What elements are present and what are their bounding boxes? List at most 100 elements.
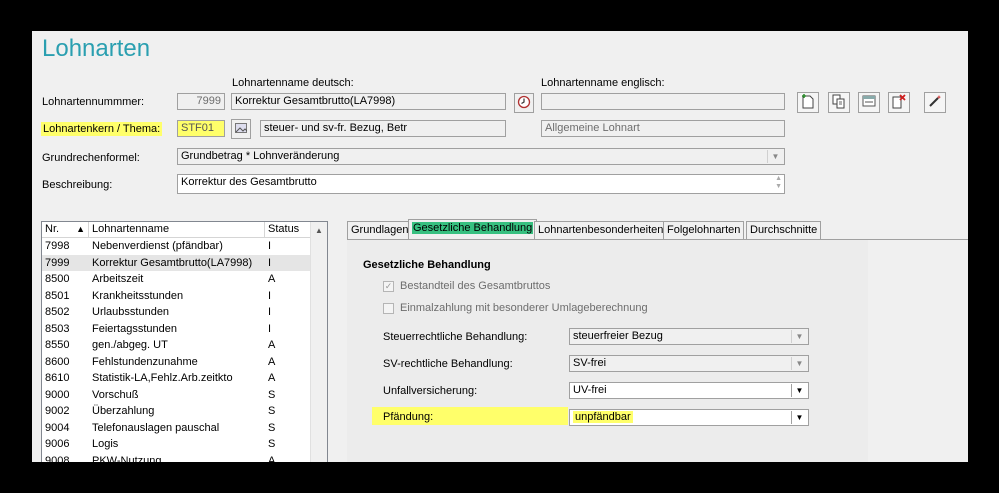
cell-name: Krankheitsstunden bbox=[92, 289, 184, 302]
chevron-down-icon[interactable]: ▼ bbox=[791, 384, 807, 397]
table-row[interactable]: 8610 Statistik-LA,Fehlz.Arb.zeitkto A bbox=[42, 370, 312, 386]
table-row[interactable]: 8501 Krankheitsstunden I bbox=[42, 288, 312, 304]
cell-nr: 8600 bbox=[45, 355, 70, 368]
history-button[interactable] bbox=[514, 93, 534, 113]
column-header-nr[interactable]: Nr. ▲ bbox=[42, 222, 89, 238]
scroll-up-icon[interactable]: ▲ bbox=[315, 226, 323, 235]
wizard-button[interactable] bbox=[924, 92, 946, 113]
kern-description-en-field[interactable]: Allgemeine Lohnart bbox=[541, 120, 785, 137]
chevron-down-icon[interactable]: ▼ bbox=[791, 357, 807, 370]
tab-label: Folgelohnarten bbox=[667, 224, 741, 236]
steuer-value: steuerfreier Bezug bbox=[573, 330, 663, 342]
table-row[interactable]: 9002 Überzahlung S bbox=[42, 403, 312, 419]
beschreibung-value: Korrektur des Gesamtbrutto bbox=[181, 176, 317, 188]
pfaendung-select[interactable]: unpfändbar ▼ bbox=[569, 409, 809, 426]
cell-name: Feiertagsstunden bbox=[92, 322, 177, 335]
table-row[interactable]: 8600 Fehlstundenzunahme A bbox=[42, 354, 312, 370]
cell-nr: 7999 bbox=[45, 256, 70, 269]
cell-nr: 8503 bbox=[45, 322, 70, 335]
window-button[interactable] bbox=[858, 92, 880, 113]
table-row[interactable]: 7998 Nebenverdienst (pfändbar) I bbox=[42, 238, 312, 254]
kern-picker-button[interactable] bbox=[231, 119, 251, 139]
formel-select[interactable]: Grundbetrag * Lohnveränderung ▼ bbox=[177, 148, 785, 165]
steuer-label: Steuerrechtliche Behandlung: bbox=[383, 331, 528, 343]
tab-lohnartenbesonderheiten[interactable]: Lohnartenbesonderheiten bbox=[534, 221, 668, 239]
column-header-name[interactable]: Lohnartenname bbox=[89, 222, 265, 238]
pfaendung-label: Pfändung: bbox=[383, 411, 434, 423]
tab-grundlagen[interactable]: Grundlagen bbox=[347, 221, 413, 239]
beschreibung-field[interactable]: Korrektur des Gesamtbrutto ▲ ▼ bbox=[177, 174, 785, 194]
check-bestandteil[interactable]: ✓ Bestandteil des Gesamtbruttos bbox=[383, 280, 550, 292]
cell-status: A bbox=[268, 454, 276, 463]
table-row[interactable]: 9004 Telefonauslagen pauschal S bbox=[42, 420, 312, 436]
cell-nr: 8610 bbox=[45, 372, 70, 384]
cell-name: Vorschuß bbox=[92, 388, 139, 401]
table-row[interactable]: 8500 Arbeitszeit A bbox=[42, 271, 312, 287]
cell-status: S bbox=[268, 438, 276, 450]
chevron-down-icon[interactable]: ▼ bbox=[791, 411, 807, 424]
chevron-down-icon[interactable]: ▼ bbox=[791, 330, 807, 343]
cell-status: S bbox=[268, 421, 276, 434]
sv-value: SV-frei bbox=[573, 357, 607, 369]
column-header-status[interactable]: Status bbox=[265, 222, 312, 238]
magic-wand-icon bbox=[928, 94, 942, 111]
formel-value: Grundbetrag * Lohnveränderung bbox=[181, 150, 340, 162]
table-row[interactable]: 8502 Urlaubsstunden I bbox=[42, 304, 312, 320]
panel-heading: Gesetzliche Behandlung bbox=[363, 259, 491, 271]
chevron-down-icon[interactable]: ▼ bbox=[767, 150, 783, 163]
copy-document-icon bbox=[832, 94, 846, 112]
table-row[interactable]: 9008 PKW-Nutzung A bbox=[42, 453, 312, 463]
cell-nr: 7998 bbox=[45, 240, 70, 252]
name-en-label: Lohnartenname englisch: bbox=[541, 77, 665, 89]
check-einmalzahlung[interactable]: Einmalzahlung mit besonderer Umlageberec… bbox=[383, 302, 648, 314]
cell-status: A bbox=[268, 273, 276, 285]
table-row[interactable]: 9006 Logis S bbox=[42, 436, 312, 452]
cell-name: Statistik-LA,Fehlz.Arb.zeitkto bbox=[92, 372, 233, 384]
new-button[interactable] bbox=[797, 92, 819, 113]
sort-ascending-icon: ▲ bbox=[76, 224, 85, 234]
tab-panel: Gesetzliche Behandlung ✓ Bestandteil des… bbox=[347, 239, 968, 462]
lohnarten-window: Lohnarten Lohnartenname deutsch: Lohnart… bbox=[32, 31, 968, 462]
cell-status: A bbox=[268, 372, 276, 384]
cell-nr: 8501 bbox=[45, 289, 70, 302]
sv-label: SV-rechtliche Behandlung: bbox=[383, 358, 513, 370]
table-row[interactable]: 7999 Korrektur Gesamtbrutto(LA7998) I bbox=[42, 254, 312, 271]
list-scrollbar[interactable]: ▲ bbox=[310, 222, 327, 462]
kern-field[interactable]: STF01 bbox=[177, 120, 225, 137]
cell-name: Arbeitszeit bbox=[92, 273, 144, 285]
cell-nr: 8502 bbox=[45, 306, 70, 318]
table-row[interactable]: 8550 gen./abgeg. UT A bbox=[42, 337, 312, 353]
name-de-field[interactable]: Korrektur Gesamtbrutto(LA7998) bbox=[231, 93, 506, 110]
cell-status: A bbox=[268, 339, 276, 351]
tab-folgelohnarten[interactable]: Folgelohnarten bbox=[663, 221, 745, 239]
delete-document-icon bbox=[892, 93, 906, 112]
check-bestandteil-label: Bestandteil des Gesamtbruttos bbox=[400, 280, 551, 292]
table-row[interactable]: 9000 Vorschuß S bbox=[42, 387, 312, 403]
gesetzliche-behandlung-panel: Gesetzliche Behandlung ✓ Bestandteil des… bbox=[347, 240, 868, 462]
cell-nr: 8500 bbox=[45, 273, 70, 285]
scroll-arrows-icon[interactable]: ▲ ▼ bbox=[775, 175, 782, 191]
cell-nr: 9004 bbox=[45, 421, 70, 434]
sv-select[interactable]: SV-frei ▼ bbox=[569, 355, 809, 372]
unfall-label: Unfallversicherung: bbox=[383, 385, 478, 397]
cell-nr: 9006 bbox=[45, 438, 70, 450]
name-en-field[interactable] bbox=[541, 93, 785, 110]
window-title: Lohnarten bbox=[42, 35, 151, 62]
nummer-field[interactable]: 7999 bbox=[177, 93, 225, 110]
kern-description-field[interactable]: steuer- und sv-fr. Bezug, Betr bbox=[260, 120, 506, 137]
unfall-value: UV-frei bbox=[573, 384, 607, 396]
tab-gesetzliche-behandlung[interactable]: Gesetzliche Behandlung bbox=[408, 219, 538, 240]
delete-button[interactable] bbox=[888, 92, 910, 113]
cell-nr: 8550 bbox=[45, 339, 70, 351]
cell-status: I bbox=[268, 289, 272, 302]
copy-button[interactable] bbox=[828, 92, 850, 113]
cell-name: Logis bbox=[92, 438, 119, 450]
check-einmalzahlung-label: Einmalzahlung mit besonderer Umlageberec… bbox=[400, 302, 648, 314]
steuer-select[interactable]: steuerfreier Bezug ▼ bbox=[569, 328, 809, 345]
unfall-select[interactable]: UV-frei ▼ bbox=[569, 382, 809, 399]
cell-status: I bbox=[268, 240, 272, 252]
lohnarten-list[interactable]: Nr. ▲ Lohnartenname Status 7998 Nebenverd… bbox=[41, 221, 328, 462]
tab-durchschnitte[interactable]: Durchschnitte bbox=[746, 221, 822, 239]
pfaendung-value: unpfändbar bbox=[573, 411, 633, 423]
table-row[interactable]: 8503 Feiertagsstunden I bbox=[42, 321, 312, 337]
